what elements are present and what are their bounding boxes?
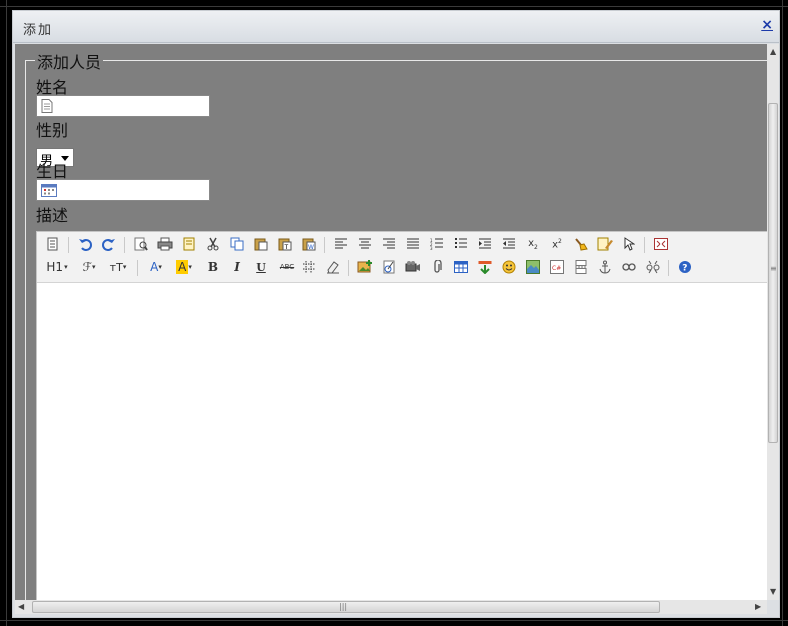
add-dialog: 添加 × 添加人员 姓名 性别 男 生日 描述 T W 1 2 3 x2 x2 … (12, 10, 780, 618)
font-size-dropdown[interactable]: тT ▾ (105, 258, 131, 276)
align-right-icon[interactable] (380, 235, 398, 253)
heading-dropdown[interactable]: H1 ▾ (43, 258, 71, 276)
paste-icon[interactable] (252, 235, 270, 253)
map-icon[interactable] (524, 258, 542, 276)
print-icon[interactable] (156, 235, 174, 253)
fieldset-legend: 添加人员 (35, 49, 104, 73)
scroll-right-icon[interactable]: ▶ (755, 602, 761, 611)
emotion-icon[interactable] (500, 258, 518, 276)
highlight-color-button[interactable]: A ▾ (173, 258, 195, 276)
dialog-titlebar[interactable]: 添加 × (13, 11, 779, 43)
rich-text-editor: T W 123 x2 x2 H1 ▾ ℱ ▾ тT ▾ A ▾ A ▾ B I … (36, 231, 767, 600)
template-icon[interactable] (180, 235, 198, 253)
name-input[interactable] (36, 95, 210, 117)
toolbar-separator (137, 260, 138, 276)
insert-row-icon[interactable] (476, 258, 494, 276)
horizontal-scrollbar[interactable]: ◀ ||| ▶ (15, 600, 767, 614)
dialog-content: 添加人员 姓名 性别 男 生日 描述 T W 1 2 3 x2 x2 H1 ▾ … (15, 44, 767, 600)
redo-icon[interactable] (100, 235, 118, 253)
align-left-icon[interactable] (332, 235, 350, 253)
svg-text:?: ? (682, 264, 687, 274)
scroll-up-icon[interactable]: ▲ (770, 47, 776, 56)
description-label: 描述 (36, 206, 69, 225)
bold-button[interactable]: B (204, 258, 222, 276)
subscript-icon[interactable]: x2 (524, 235, 542, 253)
toolbar-separator (124, 237, 125, 253)
edit-icon[interactable] (596, 235, 614, 253)
toolbar-separator (668, 260, 669, 276)
superscript-icon[interactable]: x2 (548, 235, 566, 253)
background-line (0, 6, 788, 7)
eraser-icon[interactable] (324, 258, 342, 276)
copy-icon[interactable] (228, 235, 246, 253)
paste-plain-icon[interactable]: T (276, 235, 294, 253)
help-icon[interactable]: ? (676, 258, 694, 276)
grip-icon: ≡ (770, 264, 777, 273)
toolbar-separator (324, 237, 325, 253)
gender-label: 性别 (36, 121, 69, 140)
horizontal-scroll-thumb[interactable]: ||| (32, 601, 660, 613)
dialog-title: 添加 (23, 23, 54, 38)
unordered-list-icon[interactable] (452, 235, 470, 253)
toolbar-separator (348, 260, 349, 276)
code-icon[interactable]: C# (548, 258, 566, 276)
attachment-icon[interactable] (428, 258, 446, 276)
paste-word-icon[interactable]: W (300, 235, 318, 253)
font-family-dropdown[interactable]: ℱ ▾ (77, 258, 101, 276)
svg-text:W: W (308, 244, 314, 251)
birthday-input[interactable] (36, 179, 210, 201)
editor-body[interactable] (37, 283, 767, 600)
undo-icon[interactable] (76, 235, 94, 253)
svg-text:C#: C# (552, 265, 561, 272)
grip-icon: ||| (339, 602, 348, 611)
svg-text:3: 3 (430, 246, 433, 250)
align-center-icon[interactable] (356, 235, 374, 253)
justify-icon[interactable] (404, 235, 422, 253)
background-line (782, 0, 783, 626)
vertical-scroll-thumb[interactable]: ≡ (768, 103, 778, 443)
strikethrough-button[interactable]: ABC (276, 258, 298, 276)
vertical-scrollbar[interactable]: ▲ ≡ ▼ (767, 44, 779, 600)
fullscreen-icon[interactable] (652, 235, 670, 253)
select-cursor-icon[interactable] (620, 235, 638, 253)
editor-toolbar: T W 123 x2 x2 H1 ▾ ℱ ▾ тT ▾ A ▾ A ▾ B I … (37, 232, 767, 283)
calendar-icon (41, 184, 57, 197)
preview-icon[interactable] (132, 235, 150, 253)
clear-format-icon[interactable] (572, 235, 590, 253)
close-button[interactable]: × (761, 17, 773, 33)
table-icon[interactable] (452, 258, 470, 276)
hr-icon[interactable] (300, 258, 318, 276)
pagebreak-icon[interactable] (572, 258, 590, 276)
scrawl-icon[interactable] (380, 258, 398, 276)
link-icon[interactable] (620, 258, 638, 276)
source-icon[interactable] (44, 235, 62, 253)
font-color-button[interactable]: A ▾ (145, 258, 167, 276)
toolbar-separator (644, 237, 645, 253)
cut-icon[interactable] (204, 235, 222, 253)
toolbar-separator (68, 237, 69, 253)
ordered-list-icon[interactable]: 123 (428, 235, 446, 253)
background-line (6, 0, 7, 626)
insert-image-icon[interactable] (356, 258, 374, 276)
underline-button[interactable]: U (252, 258, 270, 276)
scroll-left-icon[interactable]: ◀ (18, 602, 24, 611)
svg-text:T: T (284, 244, 289, 251)
italic-button[interactable]: I (228, 258, 246, 276)
anchor-icon[interactable] (596, 258, 614, 276)
video-icon[interactable] (404, 258, 422, 276)
indent-icon[interactable] (476, 235, 494, 253)
unlink-icon[interactable] (644, 258, 662, 276)
background-line (0, 620, 788, 621)
scroll-down-icon[interactable]: ▼ (770, 587, 776, 596)
document-icon (41, 99, 53, 113)
outdent-icon[interactable] (500, 235, 518, 253)
